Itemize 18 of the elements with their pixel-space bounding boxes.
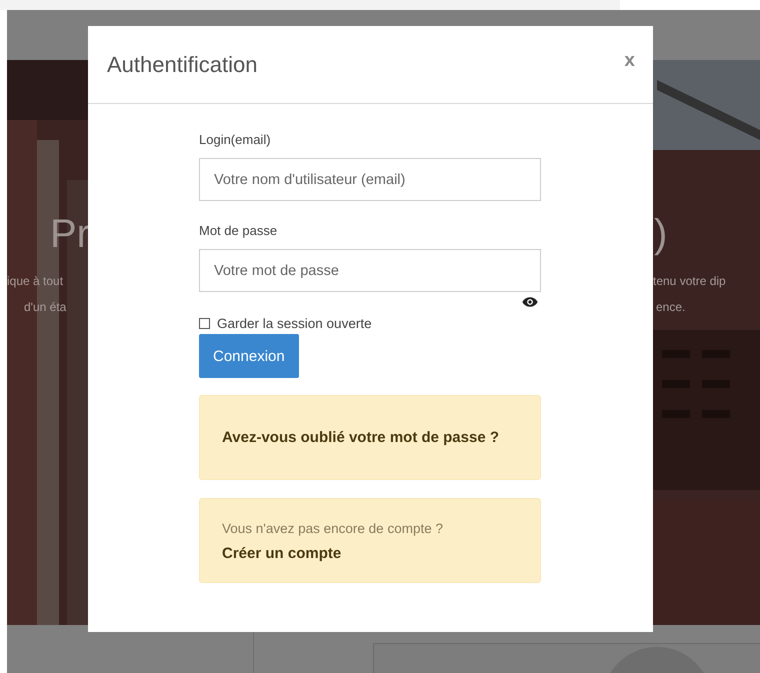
checkbox-label: Garder la session ouverte: [217, 316, 372, 331]
create-account-link[interactable]: Créer un compte: [222, 540, 500, 566]
checkbox[interactable]: [199, 318, 210, 329]
hero-text: d'un éta: [24, 300, 66, 314]
hero-text: Pr: [50, 212, 90, 257]
hero-text: tenu votre dip: [653, 274, 726, 288]
field-label: Mot de passe: [199, 223, 278, 238]
signup-prompt: Vous n'avez pas encore de compte ?: [222, 520, 444, 538]
eye-icon[interactable]: [522, 296, 538, 308]
email-field[interactable]: Votre nom d'utilisateur (email): [199, 158, 541, 201]
close-button[interactable]: x: [624, 50, 635, 72]
hero-text: ence.: [656, 300, 686, 314]
hero-text: ique à tout: [7, 274, 64, 288]
login-button[interactable]: Connexion: [199, 334, 299, 378]
field-label: Login(email): [199, 132, 272, 147]
password-field[interactable]: Votre mot de passe: [199, 249, 541, 292]
dialog-title: Authentification: [107, 52, 258, 78]
hero-text: ): [654, 212, 668, 257]
